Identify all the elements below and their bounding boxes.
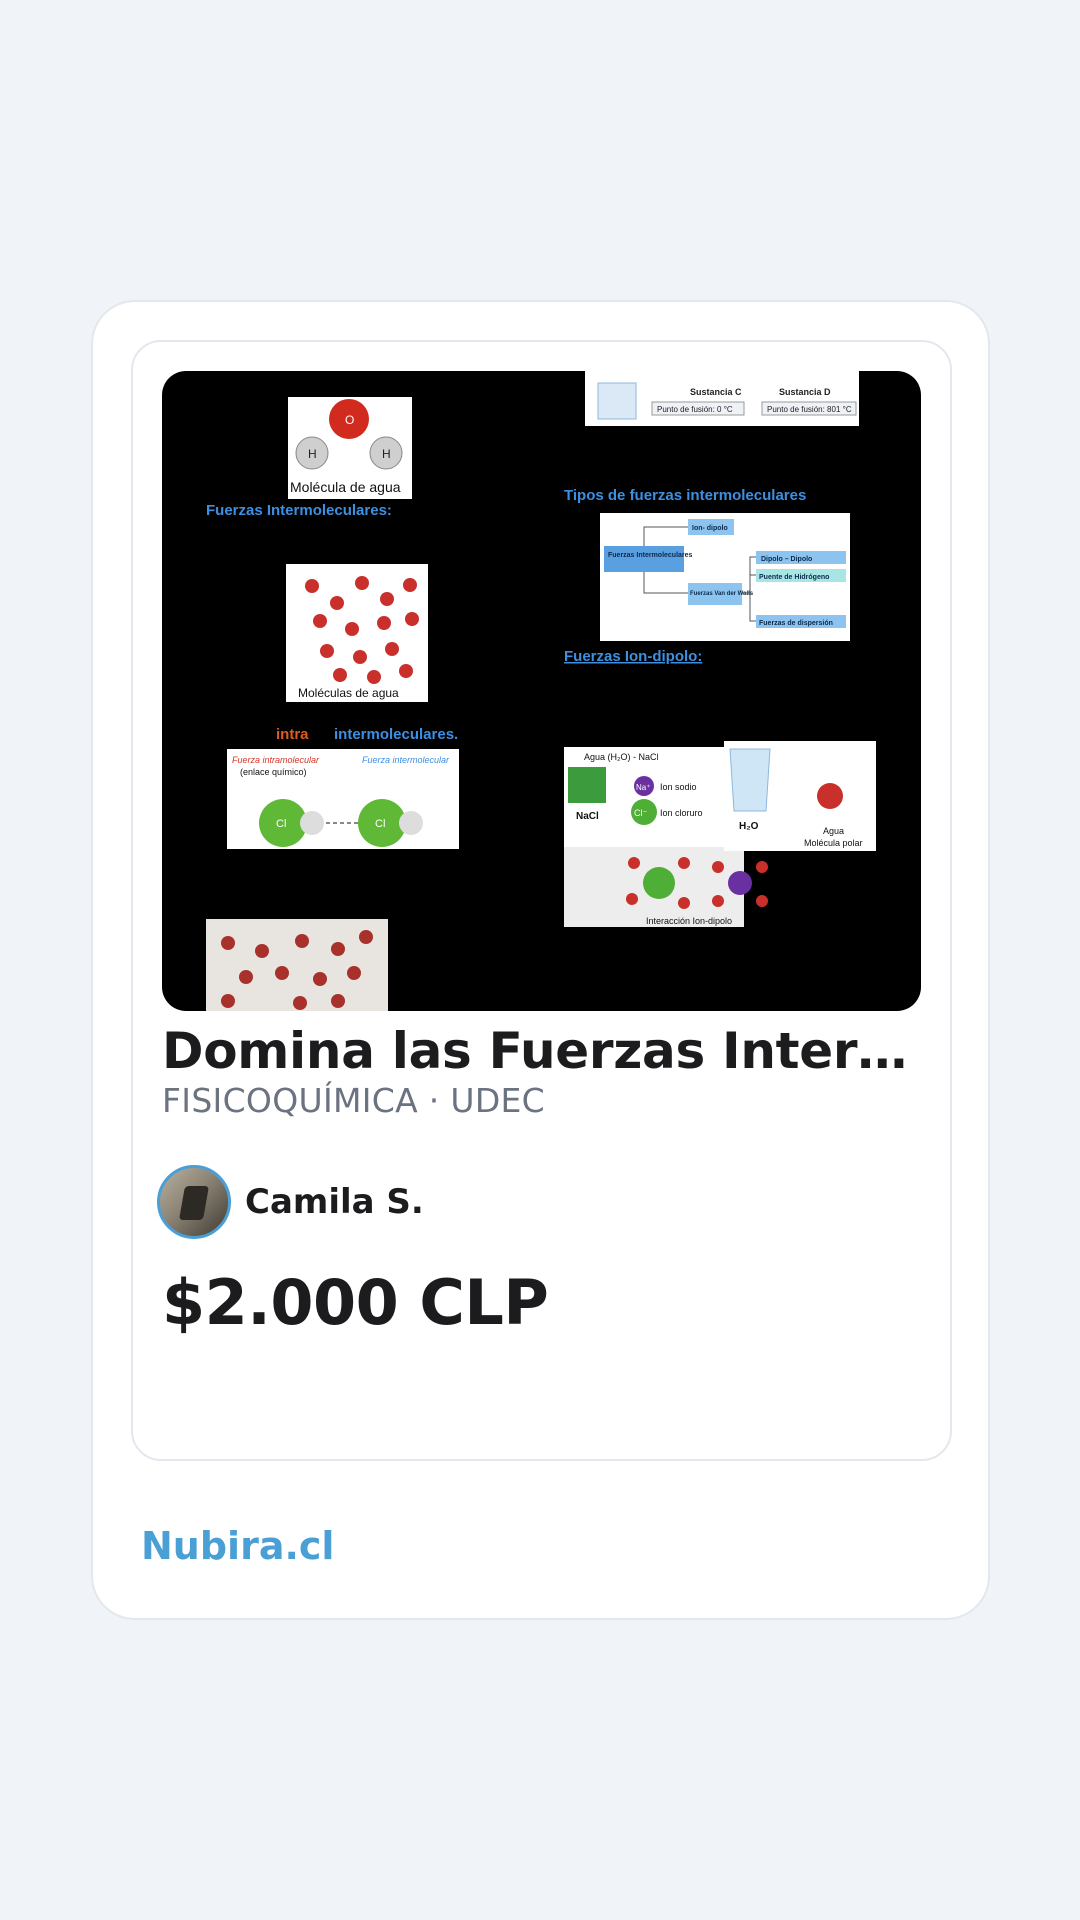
avatar[interactable] xyxy=(157,1165,231,1239)
van-der-waals-box: Fuerzas Van der Walls xyxy=(690,591,754,597)
lattice-image xyxy=(206,919,388,1011)
fuerza-inter-label: Fuerza intermolecular xyxy=(362,755,450,765)
h-atom-label-left: H xyxy=(308,447,317,461)
enlace-label: (enlace químico) xyxy=(240,767,307,777)
ion-cloruro-label: Ion cloruro xyxy=(660,808,703,818)
na-label: Na⁺ xyxy=(636,783,650,792)
cl-label-2: Cl xyxy=(375,818,385,830)
cl-label-1: Cl xyxy=(276,818,286,830)
author-row[interactable]: Camila S. xyxy=(157,1165,424,1239)
sustancia-c-label: Sustancia C xyxy=(690,387,742,397)
fuerzas-box-label: Fuerzas Intermoleculares xyxy=(608,552,693,559)
intra-label: intra xyxy=(276,726,309,743)
ion-dipolo-box: Ion- dipolo xyxy=(692,525,728,532)
fuerzas-inter-heading: Fuerzas Intermoleculares: xyxy=(206,502,392,519)
agua-nacl-label: Agua (H₂O) - NaCl xyxy=(584,752,659,762)
dipolo-dipolo-box: Dipolo – Dipolo xyxy=(761,556,812,563)
fuerza-intra-label: Fuerza intramolecular xyxy=(232,755,320,765)
nacl-label: NaCl xyxy=(576,811,599,822)
fusion-c-label: Punto de fusión: 0 °C xyxy=(657,405,733,414)
ion-sodio-label: Ion sodio xyxy=(660,782,697,792)
molecula-polar-label: Molécula polar xyxy=(804,838,863,848)
o-atom-label: O xyxy=(345,413,354,427)
interaccion-label: Interacción Ion-dipolo xyxy=(646,916,732,926)
listing-title[interactable]: Domina las Fuerzas Intermol… xyxy=(162,1022,921,1080)
intra-inter-image: Fuerza intramolecular (enlace químico) F… xyxy=(227,749,459,849)
molecula-agua-label: Molécula de agua xyxy=(290,479,401,495)
moleculas-agua-label: Moléculas de agua xyxy=(298,686,399,700)
sustancia-panel: Sustancia C Punto de fusión: 0 °C Sustan… xyxy=(585,371,859,426)
h2o-label: H₂O xyxy=(739,821,759,832)
h-atom-label-right: H xyxy=(382,447,391,461)
listing-subtitle: FISICOQUÍMICA · UDEC xyxy=(162,1081,546,1120)
sustancia-d-label: Sustancia D xyxy=(779,387,831,397)
listing-card[interactable]: Sustancia C Punto de fusión: 0 °C Sustan… xyxy=(91,300,990,1620)
listing-price: $2.000 CLP xyxy=(162,1266,549,1339)
tipos-diagram: Fuerzas Intermoleculares Ion- dipolo Fue… xyxy=(600,513,850,641)
water-molecule-image: O H H Molécula de agua xyxy=(288,397,412,499)
brand-link[interactable]: Nubira.cl xyxy=(141,1524,334,1568)
author-name[interactable]: Camila S. xyxy=(245,1182,424,1222)
dispersion-box: Fuerzas de dispersión xyxy=(759,620,833,627)
listing-inner-card[interactable]: Sustancia C Punto de fusión: 0 °C Sustan… xyxy=(131,340,952,1461)
water-molecules-image: Moléculas de agua xyxy=(286,564,428,702)
listing-thumbnail[interactable]: Sustancia C Punto de fusión: 0 °C Sustan… xyxy=(162,371,921,1011)
ion-dipolo-heading: Fuerzas Ion-dipolo: xyxy=(564,648,702,665)
tipos-heading: Tipos de fuerzas intermoleculares xyxy=(564,487,806,504)
ion-dipolo-image: Agua (H₂O) - NaCl NaCl Na⁺ Ion sodio Cl⁻… xyxy=(564,741,876,927)
puente-box: Puente de Hidrógeno xyxy=(759,574,829,581)
agua-label: Agua xyxy=(823,826,844,836)
fusion-d-label: Punto de fusión: 801 °C xyxy=(767,405,852,414)
intermoleculares-label: intermoleculares. xyxy=(334,726,458,743)
cl-minus-label: Cl⁻ xyxy=(634,808,647,818)
